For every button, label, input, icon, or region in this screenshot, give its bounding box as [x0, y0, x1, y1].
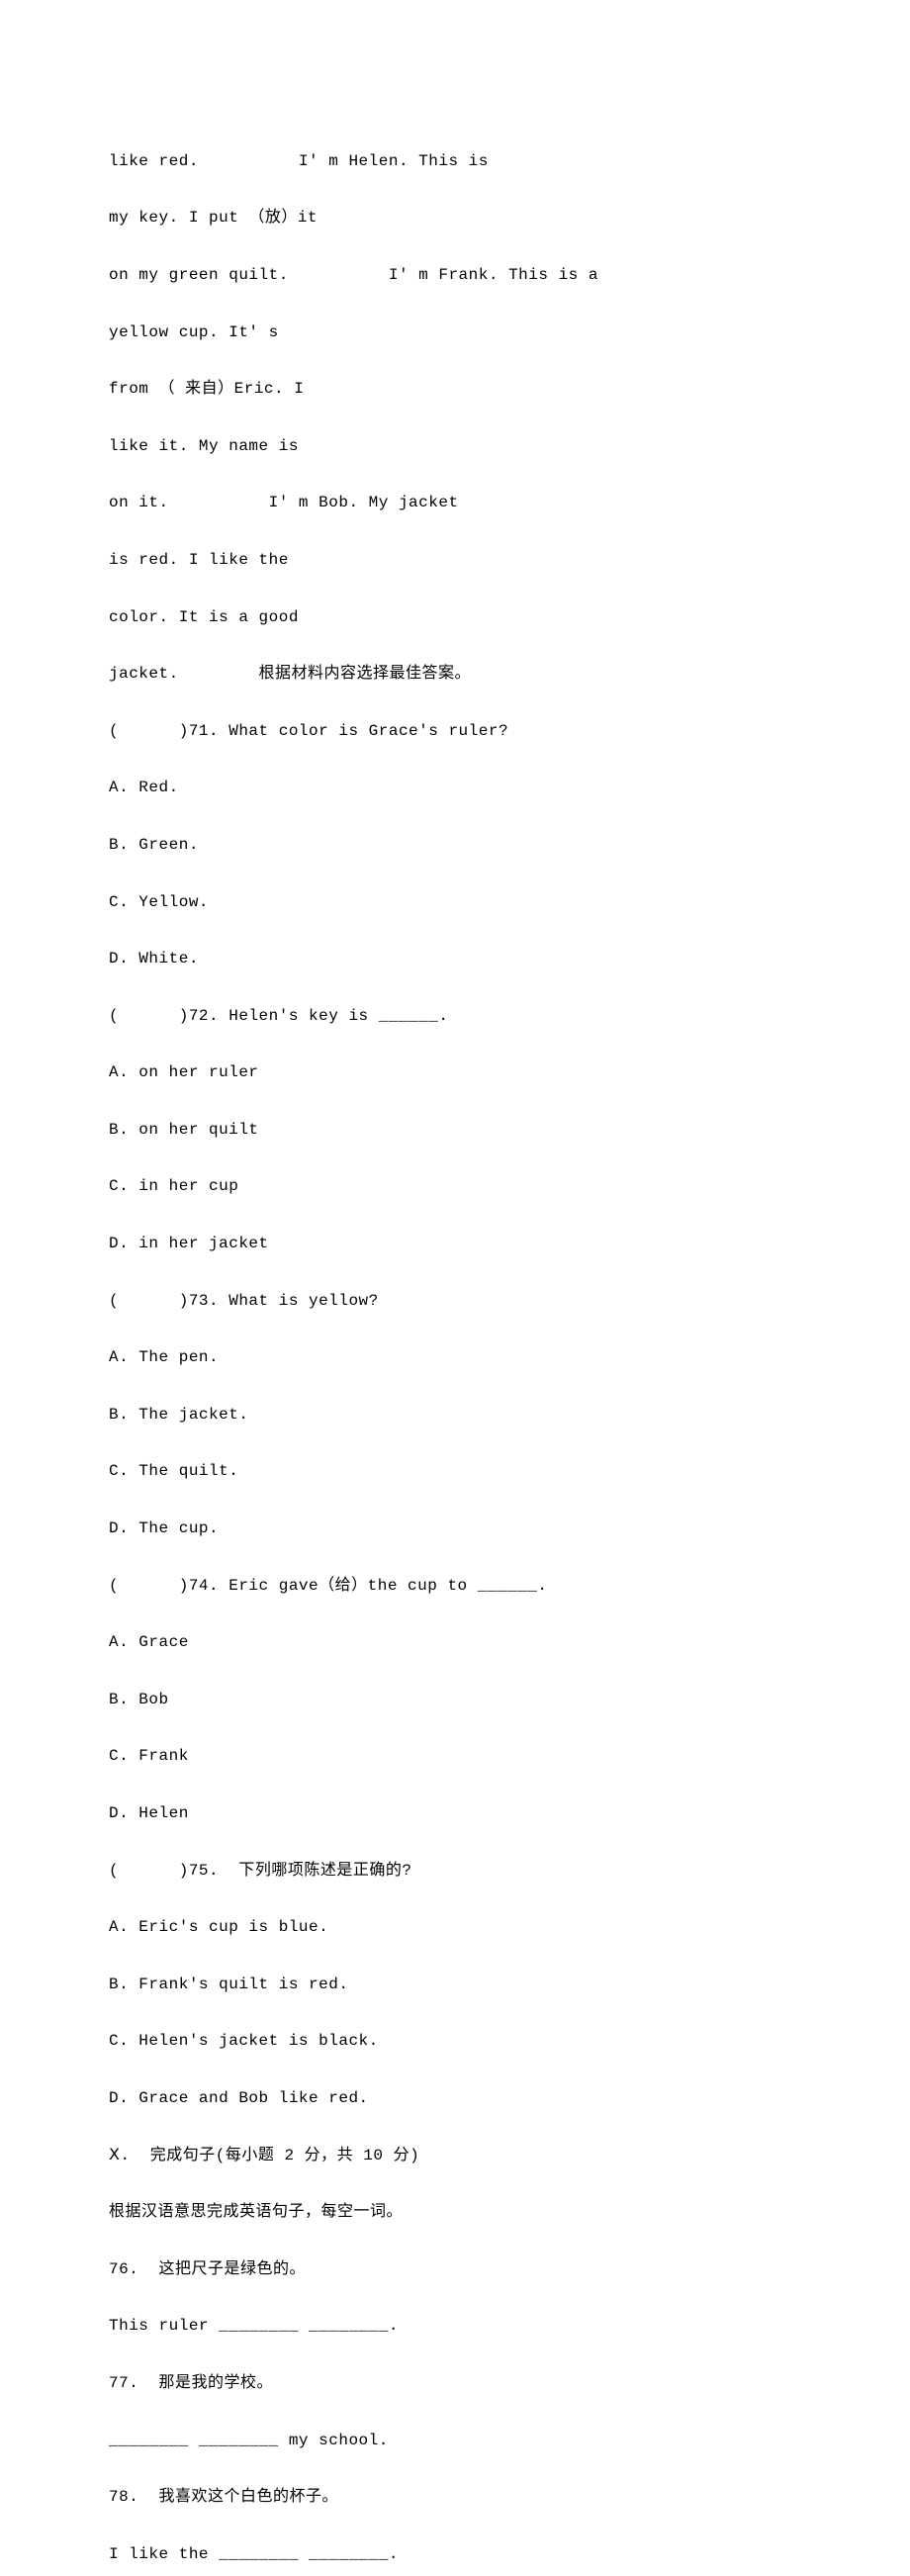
q75-option-b: B. Frank's quilt is red. [109, 1971, 801, 1999]
q73-stem: ( )73. What is yellow? [109, 1287, 801, 1316]
q72-option-a: A. on her ruler [109, 1058, 801, 1087]
passage-line: yellow cup. It' s [109, 319, 801, 347]
q73-option-c: C. The quilt. [109, 1457, 801, 1486]
q71-stem: ( )71. What color is Grace's ruler? [109, 717, 801, 746]
q76-english: This ruler ________ ________. [109, 2312, 801, 2341]
q71-option-c: C. Yellow. [109, 888, 801, 917]
passage-line: on it. I' m Bob. My jacket [109, 489, 801, 517]
passage-line: jacket. 根据材料内容选择最佳答案。 [109, 660, 801, 689]
passage-line: is red. I like the [109, 546, 801, 575]
q78-chinese: 78. 我喜欢这个白色的杯子。 [109, 2483, 801, 2512]
q71-option-a: A. Red. [109, 774, 801, 802]
q72-option-b: B. on her quilt [109, 1116, 801, 1145]
passage-line: my key. I put （放）it [109, 204, 801, 232]
q78-english: I like the ________ ________. [109, 2540, 801, 2569]
q74-option-a: A. Grace [109, 1628, 801, 1657]
q74-option-d: D. Helen [109, 1799, 801, 1828]
section-x-title: Ⅹ. 完成句子(每小题 2 分，共 10 分) [109, 2142, 801, 2170]
q75-stem: ( )75. 下列哪项陈述是正确的? [109, 1857, 801, 1886]
q72-option-d: D. in her jacket [109, 1230, 801, 1258]
q74-stem: ( )74. Eric gave（给）the cup to ______. [109, 1572, 801, 1601]
q75-option-c: C. Helen's jacket is black. [109, 2027, 801, 2056]
q75-option-a: A. Eric's cup is blue. [109, 1913, 801, 1942]
q73-option-b: B. The jacket. [109, 1401, 801, 1429]
q74-option-c: C. Frank [109, 1742, 801, 1771]
q73-option-d: D. The cup. [109, 1515, 801, 1543]
passage-line: like it. My name is [109, 432, 801, 461]
passage-line: from （ 来自）Eric. I [109, 375, 801, 404]
q73-option-a: A. The pen. [109, 1343, 801, 1372]
q74-option-b: B. Bob [109, 1686, 801, 1714]
q71-option-b: B. Green. [109, 831, 801, 860]
q76-chinese: 76. 这把尺子是绿色的。 [109, 2255, 801, 2284]
q71-option-d: D. White. [109, 945, 801, 973]
passage-line: like red. I' m Helen. This is [109, 147, 801, 176]
q72-option-c: C. in her cup [109, 1172, 801, 1201]
q75-option-d: D. Grace and Bob like red. [109, 2084, 801, 2113]
q72-stem: ( )72. Helen's key is ______. [109, 1002, 801, 1031]
section-x-instruction: 根据汉语意思完成英语句子，每空一词。 [109, 2198, 801, 2227]
q77-english: ________ ________ my school. [109, 2427, 801, 2455]
passage-line: on my green quilt. I' m Frank. This is a [109, 261, 801, 290]
q77-chinese: 77. 那是我的学校。 [109, 2369, 801, 2398]
passage-line: color. It is a good [109, 603, 801, 632]
